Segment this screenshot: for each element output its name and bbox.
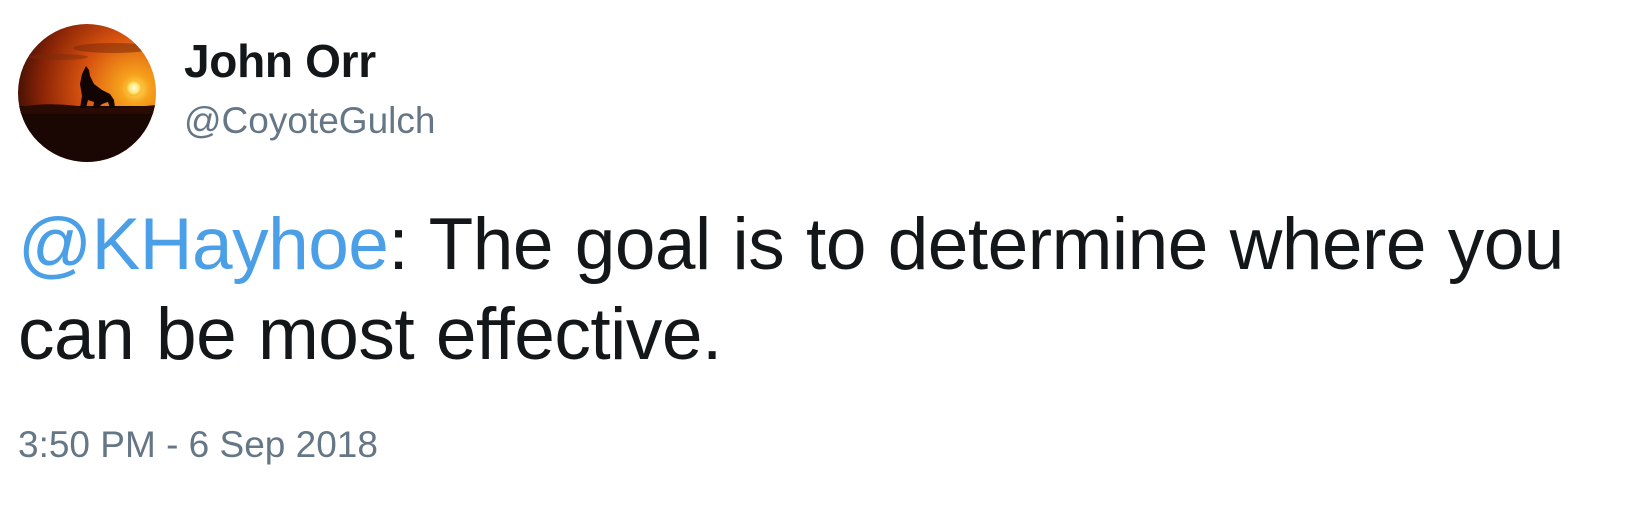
author-handle[interactable]: @CoyoteGulch — [184, 100, 435, 142]
coyote-sunset-avatar-icon — [18, 24, 156, 162]
tweet-timestamp[interactable]: 3:50 PM - 6 Sep 2018 — [18, 424, 378, 466]
author-avatar[interactable] — [18, 24, 156, 162]
mention-link[interactable]: @KHayhoe — [18, 204, 389, 285]
author-display-name[interactable]: John Orr — [184, 34, 376, 88]
tweet-text: @KHayhoe: The goal is to determine where… — [18, 200, 1628, 380]
tweet-card: John Orr @CoyoteGulch @KHayhoe: The goal… — [0, 0, 1644, 506]
